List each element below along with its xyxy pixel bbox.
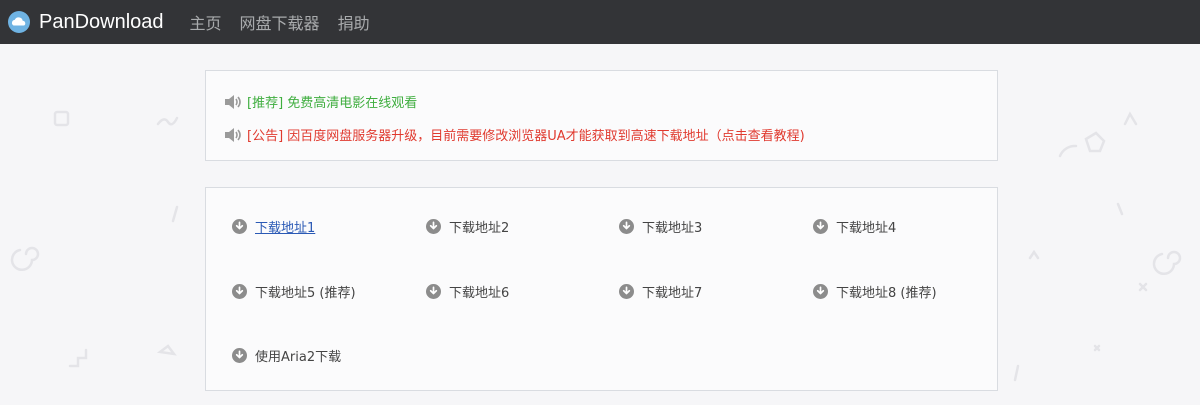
download-label[interactable]: 下载地址1 bbox=[255, 217, 315, 236]
nav-link-home[interactable]: 主页 bbox=[190, 10, 222, 34]
notice-recommend-link[interactable]: [推荐] 免费高清电影在线观看 bbox=[247, 92, 417, 111]
nav-link-donate[interactable]: 捐助 bbox=[338, 10, 370, 34]
download-link-7[interactable]: 下载地址7 bbox=[619, 282, 702, 301]
download-link-2[interactable]: 下载地址2 bbox=[426, 217, 509, 236]
download-label[interactable]: 下载地址3 bbox=[642, 217, 702, 236]
download-link-aria2[interactable]: 使用Aria2下载 bbox=[232, 346, 341, 365]
download-label[interactable]: 下载地址7 bbox=[642, 282, 702, 301]
download-circle-icon bbox=[426, 219, 441, 234]
download-circle-icon bbox=[813, 284, 828, 299]
speaker-icon bbox=[225, 127, 241, 142]
download-label[interactable]: 使用Aria2下载 bbox=[255, 346, 341, 365]
download-label[interactable]: 下载地址6 bbox=[449, 282, 509, 301]
download-link-1[interactable]: 下载地址1 bbox=[232, 217, 315, 236]
speaker-icon bbox=[225, 94, 241, 109]
download-link-8[interactable]: 下载地址8 (推荐) bbox=[813, 282, 937, 301]
notice-announcement-link[interactable]: [公告] 因百度网盘服务器升级，目前需要修改浏览器UA才能获取到高速下载地址（点… bbox=[247, 125, 805, 144]
download-circle-icon bbox=[619, 219, 634, 234]
download-link-3[interactable]: 下载地址3 bbox=[619, 217, 702, 236]
download-link-6[interactable]: 下载地址6 bbox=[426, 282, 509, 301]
download-circle-icon bbox=[619, 284, 634, 299]
download-circle-icon bbox=[426, 284, 441, 299]
download-label[interactable]: 下载地址2 bbox=[449, 217, 509, 236]
download-circle-icon bbox=[232, 219, 247, 234]
cloud-logo-icon[interactable] bbox=[8, 11, 30, 33]
nav-link-downloader[interactable]: 网盘下载器 bbox=[240, 10, 320, 34]
download-link-5[interactable]: 下载地址5 (推荐) bbox=[232, 282, 356, 301]
downloads-panel: 下载地址1 下载地址2 下载地址3 下载地址4 下载地址5 (推荐) 下载地址6… bbox=[205, 187, 998, 391]
notice-recommend[interactable]: [推荐] 免费高清电影在线观看 bbox=[223, 92, 417, 111]
download-label[interactable]: 下载地址8 (推荐) bbox=[836, 282, 937, 301]
download-circle-icon bbox=[232, 284, 247, 299]
download-label[interactable]: 下载地址5 (推荐) bbox=[255, 282, 356, 301]
brand-name[interactable]: PanDownload bbox=[39, 11, 164, 34]
download-circle-icon bbox=[813, 219, 828, 234]
notice-panel: [推荐] 免费高清电影在线观看 [公告] 因百度网盘服务器升级，目前需要修改浏览… bbox=[205, 70, 998, 161]
top-navbar: PanDownload 主页 网盘下载器 捐助 bbox=[0, 0, 1200, 44]
notice-announcement[interactable]: [公告] 因百度网盘服务器升级，目前需要修改浏览器UA才能获取到高速下载地址（点… bbox=[223, 125, 805, 144]
download-link-4[interactable]: 下载地址4 bbox=[813, 217, 896, 236]
download-circle-icon bbox=[232, 348, 247, 363]
download-label[interactable]: 下载地址4 bbox=[836, 217, 896, 236]
